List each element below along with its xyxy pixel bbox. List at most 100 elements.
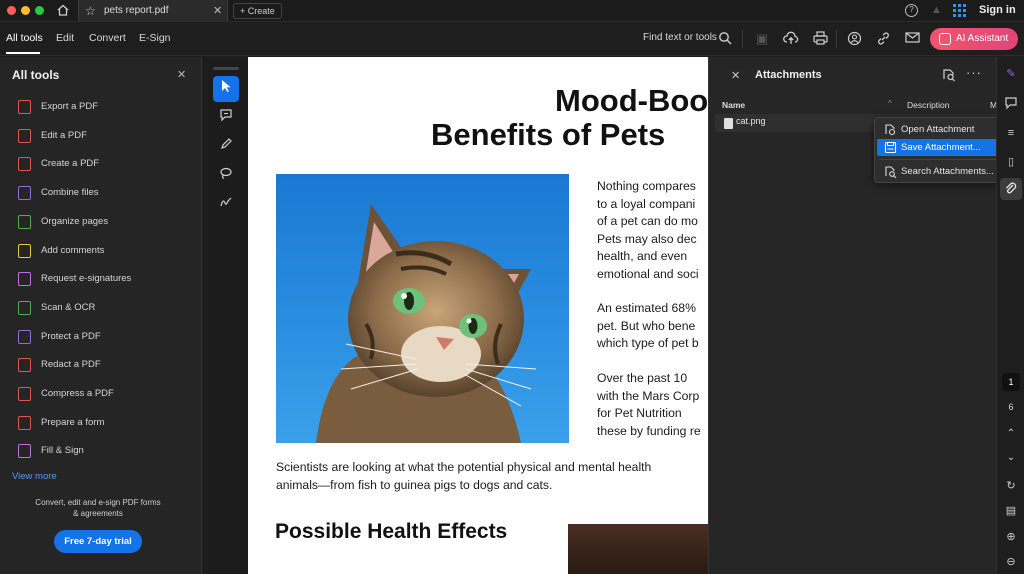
title-bar: ☆ pets report.pdf ✕ + Create ? ▲ Sign in (0, 0, 1024, 22)
menu-divider (879, 159, 1009, 160)
tool-icon (18, 301, 31, 315)
page-view-icon[interactable]: ▤ (1003, 503, 1019, 519)
zoom-out-icon[interactable]: ⊖ (1003, 554, 1019, 570)
rotate-icon[interactable]: ↻ (1003, 478, 1019, 494)
print-icon[interactable] (812, 31, 828, 47)
tool-label: Compress a PDF (41, 384, 114, 404)
bookmarks-sidebar-icon[interactable]: ≡ (1003, 125, 1019, 141)
maximize-window-button[interactable] (35, 6, 44, 15)
tool-icon (18, 129, 31, 143)
toolbar-divider (742, 30, 743, 48)
save-icon[interactable]: ▣ (754, 31, 770, 47)
close-attachments-icon[interactable]: ✕ (731, 69, 740, 82)
help-icon[interactable]: ? (905, 4, 918, 17)
all-tools-panel: All tools ✕ Export a PDFEdit a PDFCreate… (0, 57, 202, 574)
paragraph-line: these by funding re (597, 423, 701, 441)
free-trial-button[interactable]: Free 7-day trial (54, 530, 142, 553)
find-tools-field[interactable]: Find text or tools (643, 32, 717, 43)
tool-label: Prepare a form (41, 413, 104, 433)
tool-label: Combine files (41, 183, 99, 203)
tool-icon (18, 272, 31, 286)
share-user-icon[interactable] (846, 31, 862, 47)
attachments-title: Attachments (755, 69, 822, 81)
close-tab-icon[interactable]: ✕ (213, 0, 222, 22)
tool-icon (18, 358, 31, 372)
upload-cloud-icon[interactable] (783, 31, 799, 47)
attachments-sidebar-button[interactable] (1000, 178, 1022, 200)
sort-up-icon[interactable]: ^ (888, 99, 892, 108)
menu-edit[interactable]: Edit (56, 32, 74, 44)
paragraph-line: with the Mars Corp (597, 388, 699, 406)
paragraph-line: Nothing compares (597, 178, 696, 196)
strip-drag-handle[interactable] (213, 67, 239, 70)
tab-title: pets report.pdf (104, 0, 168, 22)
column-header-name[interactable]: Name (722, 100, 745, 110)
file-icon (724, 118, 733, 129)
search-attachments-icon[interactable] (941, 67, 956, 82)
previous-page-icon[interactable]: ⌃ (1003, 426, 1019, 442)
menu-esign[interactable]: E-Sign (139, 32, 171, 44)
tool-label: Organize pages (41, 212, 108, 232)
minimize-window-button[interactable] (21, 6, 30, 15)
total-pages: 6 (1002, 398, 1020, 416)
search-attachments-label: Search Attachments... (901, 166, 994, 177)
menu-all-tools[interactable]: All tools (6, 32, 43, 44)
column-header-description[interactable]: Description (907, 100, 950, 110)
draw-pen-button[interactable] (213, 134, 239, 160)
edit-sidebar-icon[interactable]: ✎ (1003, 66, 1019, 82)
tool-icon (18, 416, 31, 430)
pages-sidebar-icon[interactable]: ▯ (1003, 154, 1019, 170)
close-panel-icon[interactable]: ✕ (177, 68, 186, 81)
attachment-filename: cat.png (736, 116, 766, 126)
more-options-icon[interactable]: ··· (966, 65, 982, 80)
apps-grid-icon[interactable] (953, 4, 966, 17)
open-attachment-item[interactable]: Open Attachment (877, 121, 1011, 138)
close-window-button[interactable] (7, 6, 16, 15)
save-attachment-label: Save Attachment... (901, 142, 981, 153)
create-tab-button[interactable]: + Create (233, 3, 282, 19)
sign-in-link[interactable]: Sign in (979, 4, 1016, 16)
current-page-number[interactable]: 1 (1002, 373, 1020, 391)
search-attachments-item[interactable]: Search Attachments... (877, 163, 1011, 180)
quick-tools-strip (203, 57, 248, 574)
view-more-link[interactable]: View more (12, 471, 57, 482)
tool-icon (18, 444, 31, 458)
comments-sidebar-icon[interactable] (1003, 96, 1019, 112)
search-icon[interactable] (717, 31, 733, 47)
lasso-tool-button[interactable] (213, 163, 239, 189)
menu-bar: All tools Edit Convert E-Sign Find text … (0, 22, 1024, 56)
star-icon[interactable]: ☆ (85, 0, 96, 22)
tool-icon (18, 244, 31, 258)
paragraph-line: emotional and soci (597, 266, 699, 284)
cat-photo (276, 174, 569, 443)
toolbar-divider (836, 30, 837, 48)
pdf-page[interactable]: Mood-Boo Benefits of Pets (248, 57, 708, 574)
zoom-in-icon[interactable]: ⊕ (1003, 529, 1019, 545)
menu-convert[interactable]: Convert (89, 32, 126, 44)
right-side-rail: ✎ ≡ ▯ 1 6 ⌃ ⌄ ↻ ▤ ⊕ ⊖ (996, 57, 1024, 574)
comment-tool-button[interactable] (213, 105, 239, 131)
paragraph-line: health, and even (597, 248, 687, 266)
tool-icon (18, 330, 31, 344)
link-icon[interactable] (875, 31, 891, 47)
ai-assistant-button[interactable]: AI Assistant (930, 28, 1018, 50)
select-tool-button[interactable] (213, 76, 239, 102)
paragraph-line: animals—from fish to guinea pigs to dogs… (276, 477, 552, 495)
tool-icon (18, 157, 31, 171)
panel-title: All tools (12, 68, 59, 82)
document-title-line2: Benefits of Pets (431, 117, 665, 153)
email-icon[interactable] (904, 31, 920, 47)
open-attachment-label: Open Attachment (901, 124, 974, 135)
bell-icon[interactable]: ▲ (931, 4, 941, 17)
signature-tool-button[interactable] (213, 192, 239, 218)
tool-label: Create a PDF (41, 154, 99, 174)
save-icon (884, 141, 897, 154)
paragraph-line: pet. But who bene (597, 318, 695, 336)
document-tab[interactable]: ☆ pets report.pdf ✕ (78, 0, 228, 22)
paragraph-line: Scientists are looking at what the poten… (276, 459, 651, 477)
home-icon[interactable] (56, 3, 70, 17)
next-page-icon[interactable]: ⌄ (1003, 450, 1019, 466)
tool-label: Fill & Sign (41, 441, 84, 461)
tool-icon (18, 387, 31, 401)
save-attachment-item[interactable]: Save Attachment... (877, 139, 1011, 156)
